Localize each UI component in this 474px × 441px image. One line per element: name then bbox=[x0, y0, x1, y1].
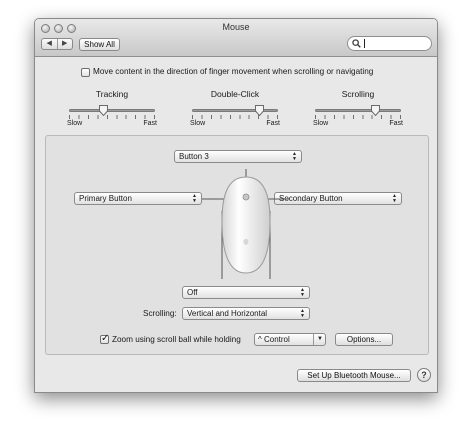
slider-max-label: Fast bbox=[266, 120, 280, 127]
popup-value: Vertical and Horizontal bbox=[187, 309, 268, 318]
slider-min-label: Slow bbox=[190, 120, 206, 127]
slider-min-label: Slow bbox=[313, 120, 329, 127]
slider-ticks bbox=[69, 115, 155, 119]
popup-value: ^ Control bbox=[258, 335, 290, 344]
popup-value: Primary Button bbox=[79, 194, 132, 203]
slider-title: Double-Click bbox=[210, 89, 260, 99]
popup-value: Off bbox=[187, 288, 198, 297]
popup-value: Button 3 bbox=[179, 152, 209, 161]
slider-max-label: Fast bbox=[143, 120, 157, 127]
search-field[interactable] bbox=[347, 36, 432, 51]
slider-ticks bbox=[192, 115, 278, 119]
tracking-slider[interactable]: Tracking Slow Fast bbox=[67, 89, 157, 129]
help-button[interactable]: ? bbox=[417, 368, 431, 382]
back-button[interactable]: ◀ bbox=[42, 39, 57, 49]
slider-max-label: Fast bbox=[389, 120, 403, 127]
mouse-preferences-window: Mouse ◀ ▶ Show All Move content in the d… bbox=[34, 18, 438, 393]
search-icon bbox=[352, 39, 361, 48]
slider-thumb[interactable] bbox=[255, 105, 265, 116]
window-title: Mouse bbox=[222, 22, 250, 32]
slider-track[interactable] bbox=[315, 109, 401, 112]
show-all-button[interactable]: Show All bbox=[79, 38, 120, 51]
scroll-direction-label: Move content in the direction of finger … bbox=[93, 67, 374, 76]
popup-arrows-icon: ▲ ▼ bbox=[292, 151, 297, 162]
scroll-direction-checkbox[interactable] bbox=[81, 68, 90, 77]
back-forward-control: ◀ ▶ bbox=[41, 38, 73, 50]
scrolling-speed-slider[interactable]: Scrolling Slow Fast bbox=[313, 89, 403, 129]
zoom-modifier-popup[interactable]: ^ Control ▼ bbox=[254, 333, 326, 346]
slider-title: Tracking bbox=[95, 89, 129, 99]
zoom-label: Zoom using scroll ball while holding bbox=[112, 335, 241, 344]
bottom-button-popup[interactable]: Off ▲ ▼ bbox=[182, 286, 310, 299]
top-button-popup[interactable]: Button 3 ▲ ▼ bbox=[174, 150, 302, 163]
zoom-options-button[interactable]: Options... bbox=[335, 333, 393, 346]
text-cursor bbox=[364, 39, 365, 48]
left-button-popup[interactable]: Primary Button ▲ ▼ bbox=[74, 192, 202, 205]
popup-arrows-icon: ▲ ▼ bbox=[300, 308, 305, 319]
slider-track[interactable] bbox=[192, 109, 278, 112]
button-mapping-group: Button 3 ▲ ▼ Primary Button ▲ ▼ Secondary … bbox=[45, 135, 429, 355]
scrolling-label: Scrolling: bbox=[143, 309, 177, 318]
mouse-illustration bbox=[202, 169, 290, 279]
double-click-slider[interactable]: Double-Click Slow Fast bbox=[190, 89, 280, 129]
slider-title: Scrolling bbox=[341, 89, 375, 99]
scroll-direction-option[interactable]: Move content in the direction of finger … bbox=[81, 67, 411, 79]
scrolling-mode-popup[interactable]: Vertical and Horizontal ▲ ▼ bbox=[182, 307, 310, 320]
slider-track[interactable] bbox=[69, 109, 155, 112]
title-bar: Mouse ◀ ▶ Show All bbox=[35, 19, 437, 57]
slider-min-label: Slow bbox=[67, 120, 83, 127]
setup-bluetooth-mouse-button[interactable]: Set Up Bluetooth Mouse... bbox=[297, 369, 411, 382]
forward-button[interactable]: ▶ bbox=[56, 39, 73, 49]
popup-arrow-icon: ▼ bbox=[313, 334, 323, 345]
slider-thumb[interactable] bbox=[371, 105, 381, 116]
popup-arrows-icon: ▲ ▼ bbox=[392, 193, 397, 204]
slider-ticks bbox=[315, 115, 401, 119]
popup-arrows-icon: ▲ ▼ bbox=[300, 287, 305, 298]
zoom-checkbox[interactable] bbox=[100, 333, 109, 344]
slider-thumb[interactable] bbox=[99, 105, 109, 116]
